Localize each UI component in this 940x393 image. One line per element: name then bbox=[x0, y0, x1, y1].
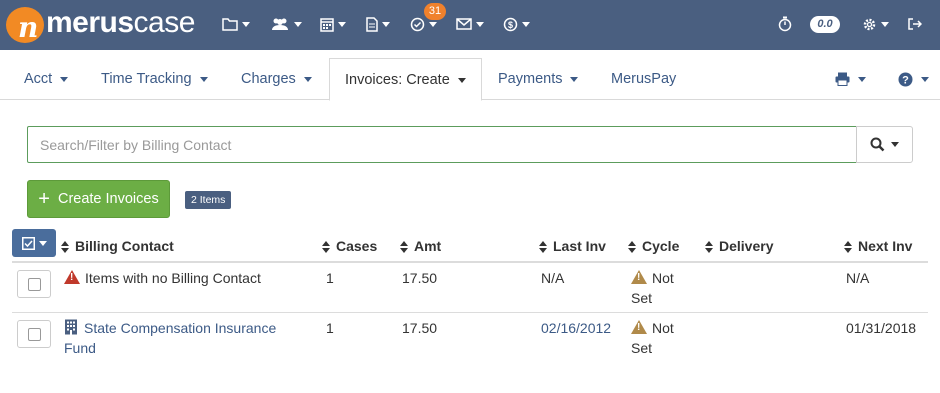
column-header-cases[interactable]: Cases bbox=[322, 238, 377, 254]
envelope-icon[interactable] bbox=[456, 14, 484, 34]
chevron-down-icon bbox=[60, 76, 69, 82]
calendar-icon[interactable] bbox=[320, 14, 346, 34]
cases-cell: 1 bbox=[326, 320, 334, 336]
next-inv-cell: N/A bbox=[846, 270, 870, 286]
sort-icon bbox=[705, 241, 713, 254]
tab-acct[interactable]: Acct bbox=[24, 58, 69, 100]
search-icon bbox=[870, 137, 885, 152]
row-checkbox[interactable] bbox=[17, 270, 51, 298]
help-menu[interactable]: ? bbox=[898, 58, 929, 100]
items-count-badge: 2 Items bbox=[185, 191, 232, 209]
billing-contact-cell: Items with no Billing Contact bbox=[64, 268, 261, 288]
sort-icon bbox=[844, 241, 852, 254]
dollar-icon[interactable]: $ bbox=[503, 14, 530, 34]
chevron-down-icon bbox=[570, 76, 579, 82]
column-header-cycle[interactable]: Cycle bbox=[628, 238, 679, 254]
search-options-button[interactable] bbox=[856, 126, 913, 163]
column-header-next-inv[interactable]: Next Inv bbox=[844, 238, 912, 254]
last-inv-link[interactable]: 02/16/2012 bbox=[541, 318, 611, 338]
chevron-down-icon bbox=[199, 76, 208, 82]
print-icon bbox=[835, 72, 850, 87]
billing-tabs: Acct Time Tracking Charges Invoices: Cre… bbox=[0, 50, 940, 101]
help-icon: ? bbox=[898, 72, 913, 87]
column-header-last-inv[interactable]: Last Inv bbox=[539, 238, 606, 254]
amt-cell: 17.50 bbox=[402, 320, 438, 336]
svg-text:$: $ bbox=[508, 20, 513, 30]
sort-icon bbox=[539, 241, 547, 254]
column-header-delivery[interactable]: Delivery bbox=[705, 238, 773, 254]
tab-meruspay[interactable]: MerusPay bbox=[611, 58, 676, 100]
cases-cell: 1 bbox=[326, 270, 334, 286]
notification-count-badge: 31 bbox=[424, 3, 446, 20]
chevron-down-icon bbox=[891, 142, 899, 147]
chevron-down-icon bbox=[921, 76, 929, 82]
tab-invoices-create[interactable]: Invoices: Create bbox=[329, 58, 482, 101]
row-divider bbox=[12, 312, 928, 313]
column-header-billing-contact[interactable]: Billing Contact bbox=[61, 238, 174, 254]
top-navbar: n meruscase 31 $ 0.0 bbox=[0, 0, 940, 50]
stopwatch-icon[interactable] bbox=[778, 14, 792, 34]
plus-icon: + bbox=[38, 188, 50, 210]
users-icon[interactable] bbox=[270, 14, 302, 34]
sign-out-icon[interactable] bbox=[907, 14, 922, 34]
amt-cell: 17.50 bbox=[402, 270, 438, 286]
create-invoices-button[interactable]: + Create Invoices bbox=[27, 180, 170, 218]
column-header-amt[interactable]: Amt bbox=[400, 238, 441, 254]
last-inv-cell: N/A bbox=[541, 270, 565, 286]
tab-time-tracking[interactable]: Time Tracking bbox=[101, 58, 208, 100]
billing-contact-cell[interactable]: State Compensation Insurance Fund bbox=[64, 318, 314, 358]
chevron-down-icon bbox=[858, 76, 866, 82]
svg-text:?: ? bbox=[902, 74, 909, 86]
tab-payments[interactable]: Payments bbox=[498, 58, 579, 100]
cycle-cell[interactable]: NotSet bbox=[631, 268, 691, 308]
billing-contact-search-input[interactable] bbox=[27, 126, 857, 163]
warning-icon bbox=[64, 270, 80, 284]
chevron-down-icon bbox=[303, 76, 312, 82]
logo-text[interactable]: meruscase bbox=[46, 6, 195, 40]
gear-icon[interactable] bbox=[862, 14, 889, 34]
print-menu[interactable] bbox=[835, 58, 866, 100]
warning-icon bbox=[631, 270, 647, 284]
next-inv-cell: 01/31/2018 bbox=[846, 320, 917, 336]
checkbox-icon bbox=[21, 236, 35, 250]
header-divider bbox=[12, 261, 928, 263]
timer-value-badge[interactable]: 0.0 bbox=[810, 16, 840, 33]
chevron-down-icon bbox=[38, 240, 47, 246]
logo-icon[interactable]: n bbox=[6, 7, 44, 44]
chevron-down-icon bbox=[457, 77, 466, 83]
warning-icon bbox=[631, 320, 647, 334]
tab-charges[interactable]: Charges bbox=[241, 58, 312, 100]
sort-icon bbox=[322, 241, 330, 254]
sort-icon bbox=[61, 241, 69, 254]
folder-icon[interactable] bbox=[222, 14, 250, 34]
sort-icon bbox=[628, 241, 636, 254]
row-checkbox[interactable] bbox=[17, 320, 51, 348]
select-all-dropdown[interactable] bbox=[12, 229, 56, 257]
cycle-cell[interactable]: NotSet bbox=[631, 318, 691, 358]
document-icon[interactable] bbox=[366, 14, 390, 34]
building-icon bbox=[65, 319, 77, 335]
sort-icon bbox=[400, 241, 408, 254]
